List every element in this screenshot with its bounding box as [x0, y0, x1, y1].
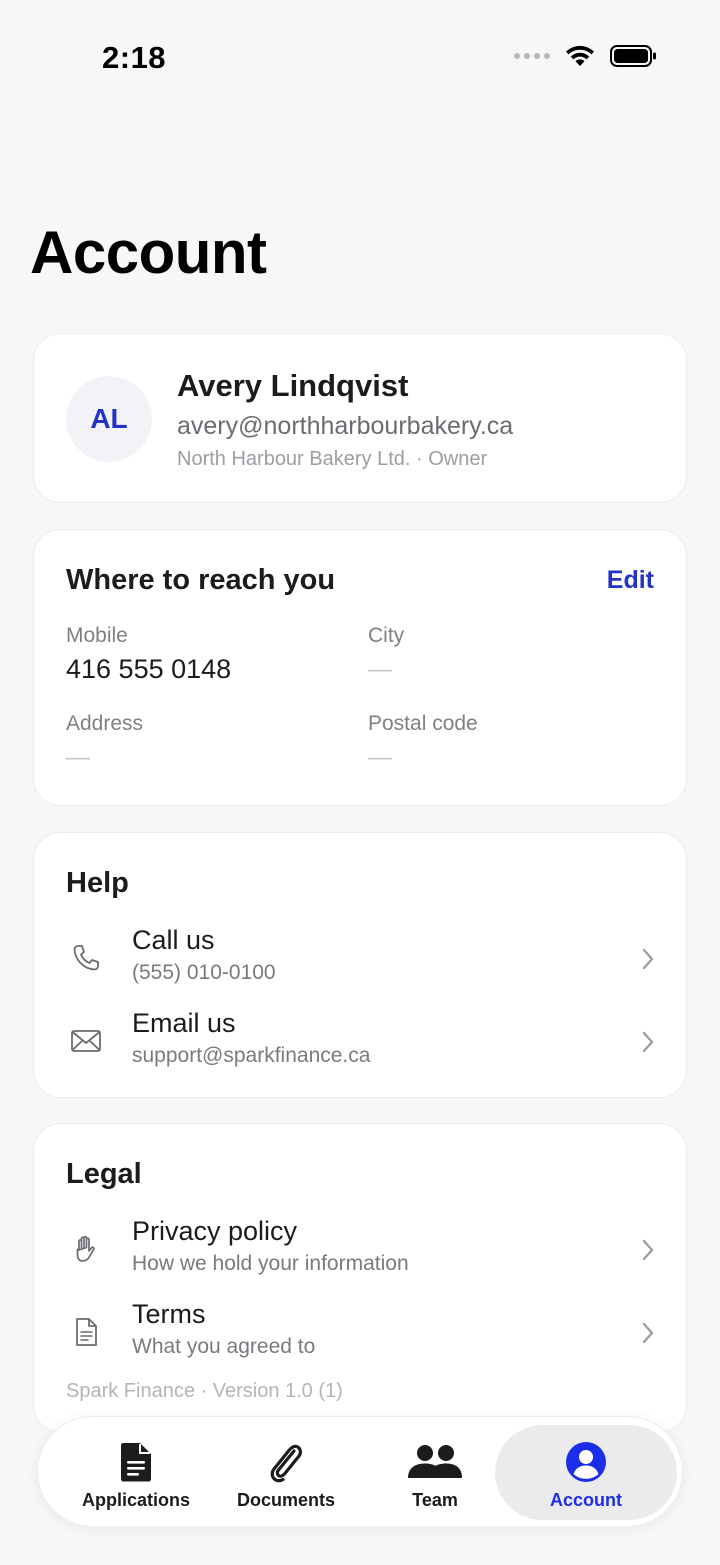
- privacy-policy-row[interactable]: Privacy policy How we hold your informat…: [34, 1214, 688, 1288]
- chevron-right-icon: [642, 1031, 654, 1053]
- tab-bar: Applications Documents Team Account: [37, 1416, 683, 1527]
- cellular-signal-icon: [514, 53, 550, 59]
- paperclip-icon: [270, 1444, 303, 1483]
- postal-code-label: Postal code: [368, 712, 478, 735]
- reach-heading: Where to reach you: [66, 564, 336, 596]
- avatar: AL: [66, 376, 152, 462]
- privacy-policy-title: Privacy policy: [132, 1216, 298, 1246]
- email-us-row[interactable]: Email us support@sparkfinance.ca: [34, 1006, 688, 1080]
- phone-icon: [73, 945, 99, 971]
- page-title: Account: [30, 219, 267, 286]
- mobile-label: Mobile: [66, 624, 128, 647]
- mobile-value: 416 555 0148: [66, 654, 232, 684]
- person-circle-icon: [566, 1442, 606, 1482]
- call-us-number: (555) 010-0100: [132, 961, 276, 984]
- chevron-right-icon: [642, 1322, 654, 1344]
- tab-label: Team: [412, 1490, 458, 1510]
- address-value: —: [66, 744, 90, 771]
- profile-org-role: North Harbour Bakery Ltd. · Owner: [177, 448, 488, 470]
- city-label: City: [368, 624, 405, 647]
- tab-team[interactable]: Team: [360, 1425, 510, 1520]
- chevron-right-icon: [642, 1239, 654, 1261]
- tab-documents[interactable]: Documents: [211, 1425, 361, 1520]
- call-us-title: Call us: [132, 925, 215, 955]
- city-value: —: [368, 656, 392, 683]
- email-us-title: Email us: [132, 1008, 236, 1038]
- edit-contact-button[interactable]: Edit: [607, 566, 654, 595]
- chevron-right-icon: [642, 948, 654, 970]
- envelope-icon: [71, 1030, 101, 1052]
- app-version: Spark Finance · Version 1.0 (1): [66, 1380, 343, 1402]
- tab-label: Account: [550, 1490, 622, 1510]
- support-email: support@sparkfinance.ca: [132, 1044, 371, 1067]
- profile-card: AL Avery Lindqvist avery@northharbourbak…: [33, 333, 687, 503]
- terms-subtitle: What you agreed to: [132, 1335, 316, 1358]
- status-time: 2:18: [102, 40, 167, 75]
- battery-icon: [610, 45, 656, 67]
- reach-card: Where to reach you Edit Mobile 416 555 0…: [33, 529, 687, 806]
- terms-row[interactable]: Terms What you agreed to: [34, 1297, 688, 1371]
- call-us-row[interactable]: Call us (555) 010-0100: [34, 923, 688, 997]
- legal-card: Legal Privacy policy How we hold your in…: [33, 1123, 687, 1433]
- tab-applications[interactable]: Applications: [61, 1425, 211, 1520]
- status-icons: [514, 44, 658, 68]
- people-icon: [408, 1445, 462, 1478]
- file-icon: [121, 1443, 151, 1482]
- address-label: Address: [66, 712, 144, 735]
- tab-label: Applications: [81, 1490, 190, 1510]
- profile-email: avery@northharbourbakery.ca: [177, 412, 514, 440]
- status-bar: 2:18: [0, 0, 720, 110]
- wifi-icon: [566, 45, 594, 66]
- postal-code-value: —: [368, 744, 392, 771]
- privacy-policy-subtitle: How we hold your information: [132, 1252, 409, 1275]
- terms-title: Terms: [132, 1299, 206, 1329]
- hand-icon: [76, 1235, 95, 1262]
- help-heading: Help: [66, 867, 129, 899]
- document-icon: [76, 1318, 97, 1346]
- legal-heading: Legal: [66, 1158, 142, 1190]
- help-card: Help Call us (555) 010-0100 Email us sup…: [33, 832, 687, 1098]
- tab-account[interactable]: Account: [495, 1425, 677, 1520]
- profile-name: Avery Lindqvist: [177, 368, 409, 403]
- tab-label: Documents: [236, 1490, 335, 1510]
